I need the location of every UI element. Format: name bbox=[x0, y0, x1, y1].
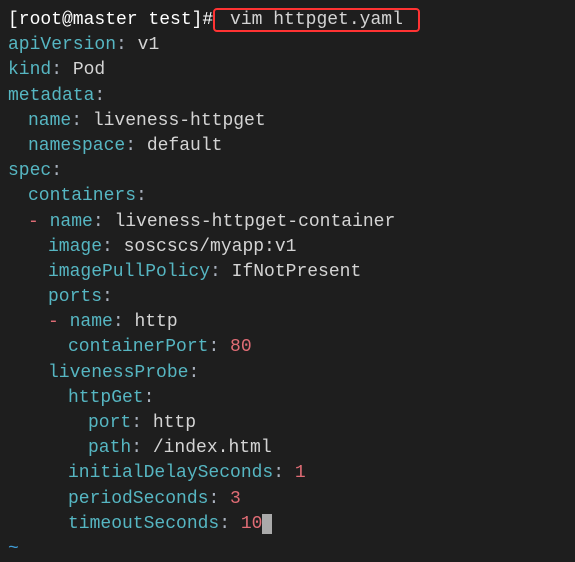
yaml-line: apiVersion: v1 bbox=[8, 33, 567, 58]
yaml-line: initialDelaySeconds: 1 bbox=[8, 461, 567, 486]
command-highlight-box: vim httpget.yaml bbox=[213, 8, 419, 32]
yaml-line: port: http bbox=[8, 411, 567, 436]
prompt-line: [root@master test]# vim httpget.yaml bbox=[8, 8, 567, 33]
yaml-line: containers: bbox=[8, 184, 567, 209]
yaml-line: timeoutSeconds: 10 bbox=[8, 512, 567, 537]
yaml-line: periodSeconds: 3 bbox=[8, 487, 567, 512]
yaml-line: metadata: bbox=[8, 84, 567, 109]
yaml-line: image: soscscs/myapp:v1 bbox=[8, 235, 567, 260]
yaml-line: path: /index.html bbox=[8, 436, 567, 461]
yaml-line: kind: Pod bbox=[8, 58, 567, 83]
vim-tilde: ~ bbox=[8, 537, 567, 562]
yaml-line: namespace: default bbox=[8, 134, 567, 159]
yaml-line: - name: liveness-httpget-container bbox=[8, 210, 567, 235]
yaml-line: ports: bbox=[8, 285, 567, 310]
yaml-line: livenessProbe: bbox=[8, 361, 567, 386]
yaml-line: httpGet: bbox=[8, 386, 567, 411]
yaml-line: - name: http bbox=[8, 310, 567, 335]
yaml-line: name: liveness-httpget bbox=[8, 109, 567, 134]
terminal-editor[interactable]: [root@master test]# vim httpget.yaml api… bbox=[8, 8, 567, 562]
yaml-line: imagePullPolicy: IfNotPresent bbox=[8, 260, 567, 285]
cursor bbox=[262, 514, 272, 534]
yaml-line: spec: bbox=[8, 159, 567, 184]
shell-prompt: [root@master test]# bbox=[8, 10, 213, 30]
yaml-line: containerPort: 80 bbox=[8, 335, 567, 360]
